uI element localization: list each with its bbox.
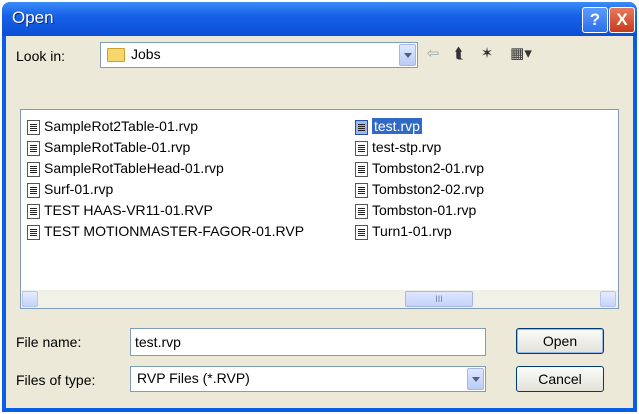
rvp-file-icon <box>27 224 40 240</box>
close-button[interactable]: X <box>609 7 635 33</box>
rvp-file-icon <box>355 203 368 219</box>
dialog-client-area: Look in: Jobs ⇦ ⮬ ✶ ▦▾ SampleRot2Table-0… <box>6 36 633 408</box>
new-folder-icon[interactable]: ✶ <box>476 44 498 64</box>
rvp-file-icon <box>27 140 40 156</box>
file-name-text: SampleRotTableHead-01.rvp <box>44 160 224 176</box>
rvp-file-icon <box>355 182 368 198</box>
file-type-value: RVP Files (*.RVP) <box>137 370 250 386</box>
list-item[interactable]: SampleRotTable-01.rvp <box>27 137 190 157</box>
rvp-file-icon <box>355 140 368 156</box>
list-item[interactable]: Tombston-01.rvp <box>355 200 476 220</box>
file-name-text: Tombston2-01.rvp <box>372 160 485 176</box>
file-name-text: Turn1-01.rvp <box>372 223 452 239</box>
file-name-text: SampleRotTable-01.rvp <box>44 139 191 155</box>
rvp-file-icon <box>27 161 40 177</box>
list-item[interactable]: SampleRotTableHead-01.rvp <box>27 158 224 178</box>
scroll-thumb-grip: III <box>435 294 443 304</box>
list-item[interactable]: TEST HAAS-VR11-01.RVP <box>27 200 213 220</box>
file-name-text: SampleRot2Table-01.rvp <box>44 118 199 134</box>
scroll-left-icon[interactable] <box>22 291 38 307</box>
chevron-down-icon[interactable] <box>399 44 416 66</box>
file-name-text: Surf-01.rvp <box>44 181 114 197</box>
look-in-value: Jobs <box>131 46 161 62</box>
file-name-text: test.rvp <box>372 118 422 134</box>
file-name-label: File name: <box>16 334 82 350</box>
look-in-label: Look in: <box>16 48 66 64</box>
file-name-text: TEST MOTIONMASTER-FAGOR-01.RVP <box>44 223 305 239</box>
list-item[interactable]: Tombston2-02.rvp <box>355 179 484 199</box>
open-button[interactable]: Open <box>516 328 604 354</box>
look-in-dropdown[interactable]: Jobs <box>100 42 418 68</box>
cancel-button[interactable]: Cancel <box>516 366 604 392</box>
rvp-file-icon <box>355 224 368 240</box>
view-menu-icon[interactable]: ▦▾ <box>506 44 536 64</box>
title-bar[interactable]: Open ? X <box>2 2 637 36</box>
scroll-thumb[interactable]: III <box>405 291 473 307</box>
open-dialog: Open ? X Look in: Jobs ⇦ ⮬ ✶ ▦▾ SampleRo… <box>2 2 637 412</box>
list-item[interactable]: Turn1-01.rvp <box>355 221 452 241</box>
dialog-title: Open <box>12 8 54 27</box>
file-type-dropdown[interactable]: RVP Files (*.RVP) <box>130 366 486 392</box>
rvp-file-icon <box>27 119 40 135</box>
rvp-file-icon <box>355 161 368 177</box>
help-button[interactable]: ? <box>582 7 608 33</box>
list-item[interactable]: Surf-01.rvp <box>27 179 113 199</box>
list-item[interactable]: test-stp.rvp <box>355 137 441 157</box>
list-item[interactable]: Tombston2-01.rvp <box>355 158 484 178</box>
back-icon[interactable]: ⇦ <box>422 44 444 64</box>
rvp-file-icon <box>355 119 368 135</box>
rvp-file-icon <box>27 203 40 219</box>
file-name-text: TEST HAAS-VR11-01.RVP <box>44 202 213 218</box>
list-item[interactable]: test.rvp <box>355 116 422 136</box>
file-list[interactable]: SampleRot2Table-01.rvp SampleRotTable-01.… <box>20 109 619 309</box>
rvp-file-icon <box>27 182 40 198</box>
file-name-text: Tombston-01.rvp <box>372 202 477 218</box>
horizontal-scrollbar[interactable]: III <box>21 290 618 308</box>
list-item[interactable]: SampleRot2Table-01.rvp <box>27 116 198 136</box>
scroll-right-icon[interactable] <box>600 291 616 307</box>
chevron-down-icon[interactable] <box>467 368 484 390</box>
file-type-label: Files of type: <box>16 372 96 388</box>
file-name-text: Tombston2-02.rvp <box>372 181 485 197</box>
file-name-text: test-stp.rvp <box>372 139 442 155</box>
list-item[interactable]: TEST MOTIONMASTER-FAGOR-01.RVP <box>27 221 304 241</box>
up-folder-icon[interactable]: ⮬ <box>448 44 470 64</box>
folder-icon <box>107 48 125 62</box>
file-name-input[interactable]: test.rvp <box>130 328 486 356</box>
